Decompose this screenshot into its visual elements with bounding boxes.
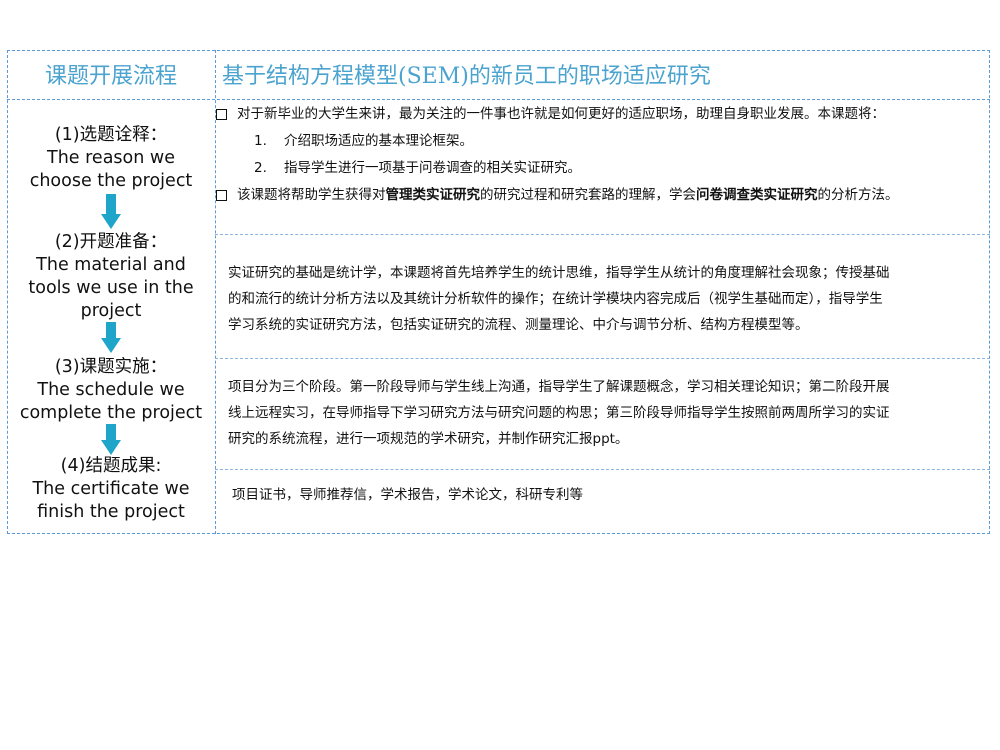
step-4-en-line1: The certificate we (32, 479, 190, 499)
outcome-text: 项目证书，导师推荐信，学术报告，学术论文，科研专利等 (232, 487, 583, 503)
paragraph-line: 线上远程实习，在导师指导下学习研究方法与研究问题的构思；第三阶段导师指导学生按照… (228, 405, 890, 421)
row-divider (215, 469, 990, 470)
step-1-en-line1: The reason we (47, 148, 175, 168)
step-3: (3)课题实施： The schedule we complete the pr… (9, 356, 213, 425)
down-arrow-icon (101, 424, 121, 455)
list-item: 2. 指导学生进行一项基于问卷调查的相关实证研究。 (254, 159, 966, 178)
down-arrow-icon (101, 322, 121, 353)
step-4: (4)结题成果: The certificate we finish the p… (9, 455, 213, 524)
bullet-item: 对于新毕业的大学生来讲，最为关注的一件事也许就是如何更好的适应职场，助理自身职业… (216, 105, 966, 124)
project-title: 基于结构方程模型(SEM)的新员工的职场适应研究 (222, 64, 711, 89)
row-divider (215, 234, 990, 235)
section-schedule: 项目分为三个阶段。第一阶段导师与学生线上沟通，指导学生了解课题概念，学习相关理论… (228, 374, 978, 452)
header-divider (7, 99, 990, 100)
paragraph-line: 的和流行的统计分析方法以及其统计分析软件的操作；在统计学模块内容完成后（视学生基… (228, 291, 883, 307)
list-text: 介绍职场适应的基本理论框架。 (284, 133, 473, 149)
step-1: (1)选题诠释： The reason we choose the projec… (9, 124, 213, 193)
process-title: 课题开展流程 (44, 64, 177, 89)
step-3-cn: (3)课题实施： (54, 357, 168, 377)
step-3-en-line1: The schedule we (37, 380, 185, 400)
list-number: 2. (254, 160, 267, 176)
list-item: 1. 介绍职场适应的基本理论框架。 (254, 132, 966, 151)
bullet-item: 该课题将帮助学生获得对管理类实证研究的研究过程和研究套路的理解，学会问卷调查类实… (216, 186, 966, 205)
section-preparation: 实证研究的基础是统计学，本课题将首先培养学生的统计思维，指导学生从统计的角度理解… (228, 260, 978, 338)
bullet-text: 该课题将帮助学生获得对管理类实证研究的研究过程和研究套路的理解，学会问卷调查类实… (237, 187, 899, 203)
step-1-cn: (1)选题诠释： (54, 125, 168, 145)
step-3-en-line2: complete the project (19, 403, 203, 423)
bullet-text: 对于新毕业的大学生来讲，最为关注的一件事也许就是如何更好的适应职场，助理自身职业… (237, 106, 885, 122)
section-outcome: 项目证书，导师推荐信，学术报告，学术论文，科研专利等 (232, 483, 982, 503)
section-reason: 对于新毕业的大学生来讲，最为关注的一件事也许就是如何更好的适应职场，助理自身职业… (216, 105, 966, 205)
list-number: 1. (254, 133, 267, 149)
step-4-en-line2: finish the project (37, 502, 185, 522)
step-4-cn: (4)结题成果: (60, 456, 162, 476)
paragraph-line: 研究的系统流程，进行一项规范的学术研究，并制作研究汇报ppt。 (228, 431, 629, 447)
step-2-en-line2: tools we use in the (28, 278, 194, 298)
step-1-en-line2: choose the project (29, 171, 193, 191)
square-bullet-icon (216, 109, 227, 120)
paragraph-line: 项目分为三个阶段。第一阶段导师与学生线上沟通，指导学生了解课题概念，学习相关理论… (228, 379, 890, 395)
paragraph-line: 实证研究的基础是统计学，本课题将首先培养学生的统计思维，指导学生从统计的角度理解… (228, 265, 890, 281)
step-2-cn: (2)开题准备： (54, 232, 168, 252)
step-2-en-line3: project (80, 301, 142, 321)
paragraph-line: 学习系统的实证研究方法，包括实证研究的流程、测量理论、中介与调节分析、结构方程模… (228, 317, 809, 333)
step-2-en-line1: The material and (36, 255, 186, 275)
emphasis-text: 管理类实证研究 (385, 187, 481, 203)
down-arrow-icon (101, 194, 121, 229)
step-2: (2)开题准备： The material and tools we use i… (9, 231, 213, 323)
row-divider (215, 358, 990, 359)
list-text: 指导学生进行一项基于问卷调查的相关实证研究。 (284, 160, 581, 176)
emphasis-text: 问卷调查类实证研究 (696, 187, 818, 203)
square-bullet-icon (216, 190, 227, 201)
